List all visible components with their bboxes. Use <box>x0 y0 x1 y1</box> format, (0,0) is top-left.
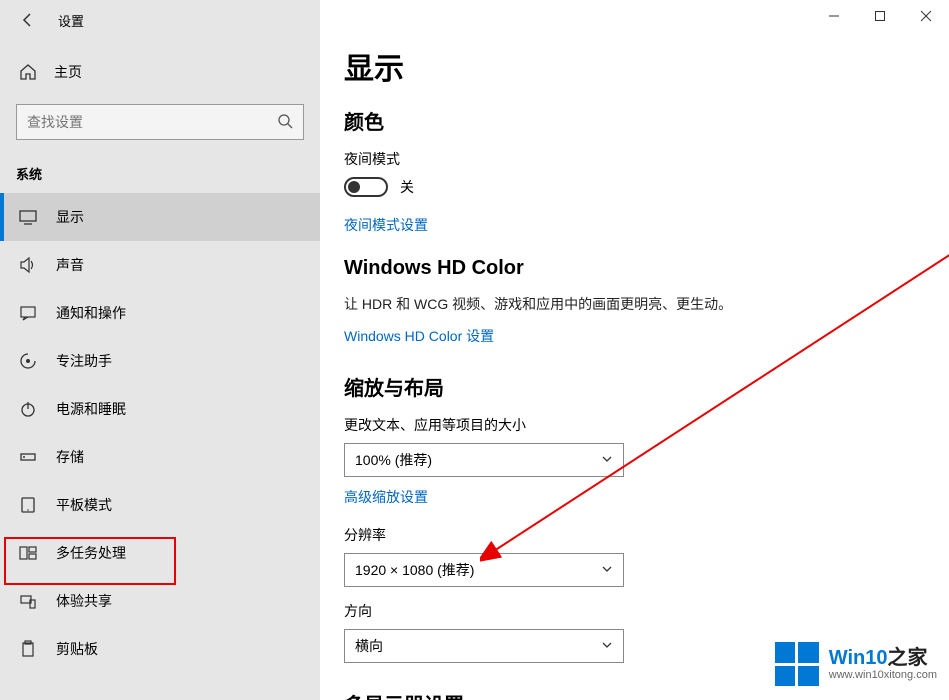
clipboard-icon <box>18 639 38 659</box>
nav-item-display[interactable]: 显示 <box>0 193 320 241</box>
nav-label: 平板模式 <box>56 495 112 515</box>
nav-label: 多任务处理 <box>56 543 126 563</box>
nav-item-tablet[interactable]: 平板模式 <box>0 481 320 529</box>
resolution-label: 分辨率 <box>344 525 925 545</box>
nav-label: 声音 <box>56 255 84 275</box>
nav-item-clipboard[interactable]: 剪贴板 <box>0 625 320 673</box>
nav-label: 专注助手 <box>56 351 112 371</box>
resolution-value: 1920 × 1080 (推荐) <box>355 560 474 580</box>
page-title: 显示 <box>344 44 925 88</box>
hd-color-heading: Windows HD Color <box>344 257 925 280</box>
close-button[interactable] <box>903 0 949 32</box>
night-mode-settings-link[interactable]: 夜间模式设置 <box>344 215 428 235</box>
watermark: Win10之家 www.win10xitong.com <box>775 642 937 686</box>
nav-item-focus-assist[interactable]: 专注助手 <box>0 337 320 385</box>
scale-label: 更改文本、应用等项目的大小 <box>344 415 925 435</box>
home-link[interactable]: 主页 <box>0 48 320 96</box>
home-icon <box>18 62 38 82</box>
night-mode-label: 夜间模式 <box>344 149 925 169</box>
notifications-icon <box>18 303 38 323</box>
nav-item-storage[interactable]: 存储 <box>0 433 320 481</box>
power-icon <box>18 399 38 419</box>
nav-label: 存储 <box>56 447 84 467</box>
nav-item-power[interactable]: 电源和睡眠 <box>0 385 320 433</box>
watermark-url: www.win10xitong.com <box>829 669 937 681</box>
nav-list: 显示 声音 通知和操作 专注助手 电源和睡眠 存储 <box>0 193 320 673</box>
chevron-down-icon <box>601 452 613 468</box>
multitasking-icon <box>18 543 38 563</box>
nav-label: 剪贴板 <box>56 639 98 659</box>
sound-icon <box>18 255 38 275</box>
search-icon <box>277 113 293 132</box>
back-button[interactable] <box>8 0 48 40</box>
scale-layout-heading: 缩放与布局 <box>344 372 925 401</box>
chevron-down-icon <box>601 562 613 578</box>
minimize-button[interactable] <box>811 0 857 32</box>
window-title: 设置 <box>58 11 84 30</box>
search-input[interactable] <box>27 114 277 130</box>
advanced-scaling-link[interactable]: 高级缩放设置 <box>344 487 428 507</box>
scale-combobox[interactable]: 100% (推荐) <box>344 443 624 477</box>
nav-item-sound[interactable]: 声音 <box>0 241 320 289</box>
nav-item-multitasking[interactable]: 多任务处理 <box>0 529 320 577</box>
back-arrow-icon <box>20 12 36 28</box>
home-label: 主页 <box>54 62 82 82</box>
focus-icon <box>18 351 38 371</box>
window-controls <box>811 0 949 32</box>
chevron-down-icon <box>601 638 613 654</box>
orientation-combobox[interactable]: 横向 <box>344 629 624 663</box>
tablet-icon <box>18 495 38 515</box>
maximize-button[interactable] <box>857 0 903 32</box>
search-box[interactable] <box>16 104 304 140</box>
hd-color-description: 让 HDR 和 WCG 视频、游戏和应用中的画面更明亮、更生动。 <box>344 294 925 314</box>
display-icon <box>18 207 38 227</box>
section-label: 系统 <box>0 156 320 193</box>
nav-item-shared-experiences[interactable]: 体验共享 <box>0 577 320 625</box>
orientation-label: 方向 <box>344 601 925 621</box>
storage-icon <box>18 447 38 467</box>
windows-logo-icon <box>775 642 819 686</box>
multi-display-heading: 多显示器设置 <box>344 689 925 700</box>
nav-item-notifications[interactable]: 通知和操作 <box>0 289 320 337</box>
watermark-suffix: 之家 <box>888 647 928 669</box>
watermark-brand: Win10 <box>829 647 888 669</box>
nav-label: 体验共享 <box>56 591 112 611</box>
night-mode-toggle[interactable] <box>344 177 388 197</box>
toggle-state-text: 关 <box>400 177 414 197</box>
scale-value: 100% (推荐) <box>355 450 432 470</box>
nav-label: 通知和操作 <box>56 303 126 323</box>
nav-label: 显示 <box>56 207 84 227</box>
orientation-value: 横向 <box>355 636 383 656</box>
nav-label: 电源和睡眠 <box>56 399 126 419</box>
section-color-heading: 颜色 <box>344 106 925 135</box>
shared-icon <box>18 591 38 611</box>
hd-color-settings-link[interactable]: Windows HD Color 设置 <box>344 326 494 346</box>
resolution-combobox[interactable]: 1920 × 1080 (推荐) <box>344 553 624 587</box>
